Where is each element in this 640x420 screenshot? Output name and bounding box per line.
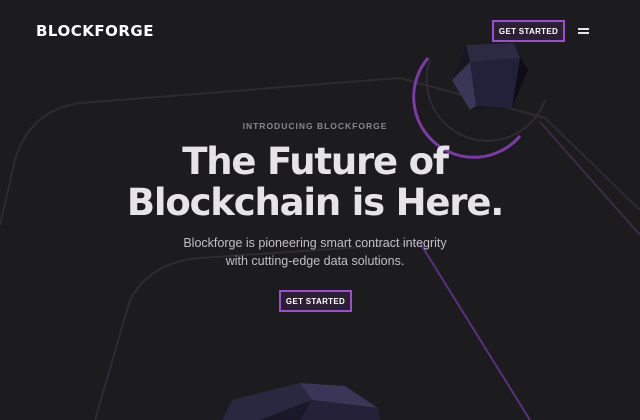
nav-get-started-button[interactable]: GET STARTED [492, 20, 565, 42]
brand-logo[interactable]: BLOCKFORGE [36, 22, 154, 40]
hero-headline-line1: The Future of [182, 140, 449, 183]
hero-get-started-button[interactable]: GET STARTED [279, 290, 352, 312]
hero-headline-line2: Blockchain is Here. [126, 181, 504, 224]
floating-polyhedron-bottom [222, 383, 380, 420]
floating-cube-top [452, 43, 528, 110]
hero-subtitle: Blockforge is pioneering smart contract … [0, 234, 630, 270]
hero-subtitle-line2: with cutting-edge data solutions. [225, 254, 405, 268]
menu-bar-top [578, 28, 589, 30]
hero-headline: The Future of Blockchain is Here. [0, 141, 630, 223]
hamburger-menu-icon[interactable] [578, 26, 592, 36]
hero-eyebrow: INTRODUCING BLOCKFORGE [242, 121, 388, 131]
hero-subtitle-line1: Blockforge is pioneering smart contract … [183, 236, 447, 250]
menu-bar-bottom [578, 32, 589, 34]
